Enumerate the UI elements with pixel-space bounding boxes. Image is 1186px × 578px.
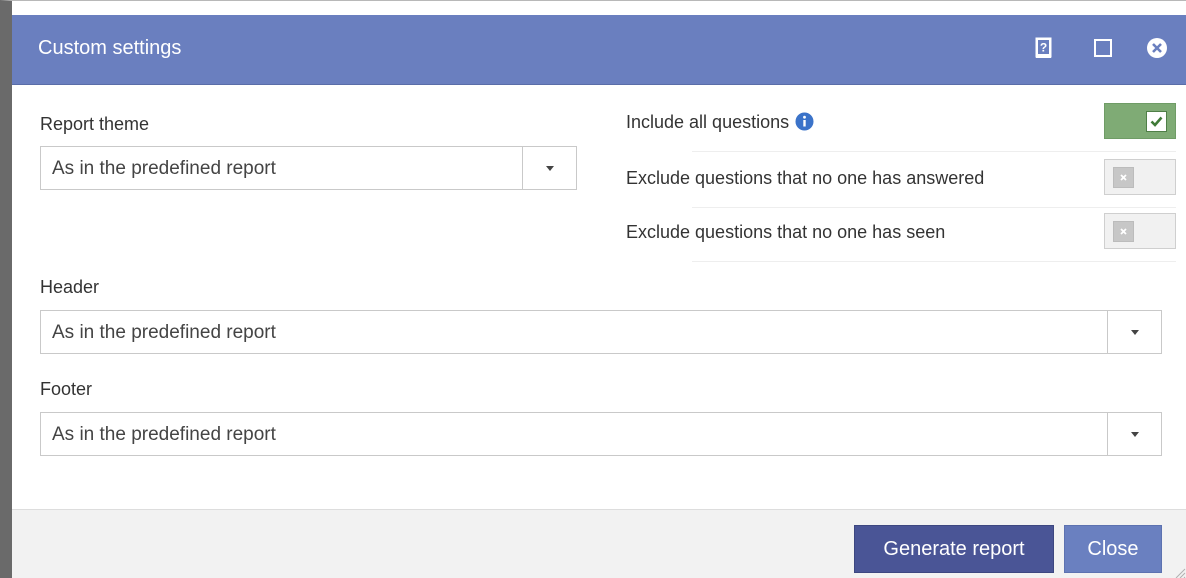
exclude-unseen-toggle[interactable] bbox=[1104, 213, 1176, 249]
footer-dropdown-button[interactable] bbox=[1107, 413, 1161, 455]
close-icon[interactable] bbox=[1146, 37, 1168, 59]
include-all-questions-label: Include all questions bbox=[626, 112, 814, 133]
generate-report-button[interactable]: Generate report bbox=[854, 525, 1054, 573]
header-dropdown-button[interactable] bbox=[1107, 311, 1161, 353]
chevron-down-icon bbox=[1131, 432, 1139, 437]
report-theme-select[interactable]: As in the predefined report bbox=[40, 146, 577, 190]
info-icon[interactable] bbox=[795, 112, 814, 131]
svg-text:?: ? bbox=[1040, 41, 1047, 55]
x-icon bbox=[1113, 167, 1134, 188]
exclude-unseen-label: Exclude questions that no one has seen bbox=[626, 222, 946, 242]
chevron-down-icon bbox=[1131, 330, 1139, 335]
resize-grip-icon[interactable] bbox=[1172, 565, 1186, 578]
dialog-button-bar: Generate report Close bbox=[12, 509, 1186, 578]
header-select[interactable]: As in the predefined report bbox=[40, 310, 1162, 354]
close-button[interactable]: Close bbox=[1064, 525, 1162, 573]
report-theme-value: As in the predefined report bbox=[52, 158, 276, 179]
include-all-questions-toggle[interactable] bbox=[1104, 103, 1176, 139]
check-icon bbox=[1146, 111, 1167, 132]
maximize-icon[interactable] bbox=[1092, 37, 1114, 59]
chevron-down-icon bbox=[546, 166, 554, 171]
dialog-title: Custom settings bbox=[38, 37, 182, 59]
footer-select[interactable]: As in the predefined report bbox=[40, 412, 1162, 456]
footer-label: Footer bbox=[40, 379, 93, 399]
report-theme-dropdown-button[interactable] bbox=[522, 147, 576, 189]
option-divider bbox=[692, 151, 1176, 152]
custom-settings-dialog: Custom settings ? Report theme As in the bbox=[0, 0, 1186, 578]
exclude-unanswered-label: Exclude questions that no one has answer… bbox=[626, 168, 985, 188]
option-exclude-unanswered: Exclude questions that no one has answer… bbox=[626, 154, 1176, 208]
x-icon bbox=[1113, 221, 1134, 242]
header-label: Header bbox=[40, 277, 100, 297]
footer-value: As in the predefined report bbox=[52, 424, 276, 445]
option-divider bbox=[692, 261, 1176, 262]
dialog-title-bar[interactable]: Custom settings ? bbox=[12, 15, 1186, 85]
help-icon[interactable]: ? bbox=[1033, 37, 1055, 59]
exclude-unanswered-toggle[interactable] bbox=[1104, 159, 1176, 195]
option-exclude-unseen: Exclude questions that no one has seen bbox=[626, 208, 1176, 262]
header-value: As in the predefined report bbox=[52, 322, 276, 343]
option-include-all-questions: Include all questions bbox=[626, 98, 1176, 152]
report-theme-label: Report theme bbox=[40, 114, 150, 134]
